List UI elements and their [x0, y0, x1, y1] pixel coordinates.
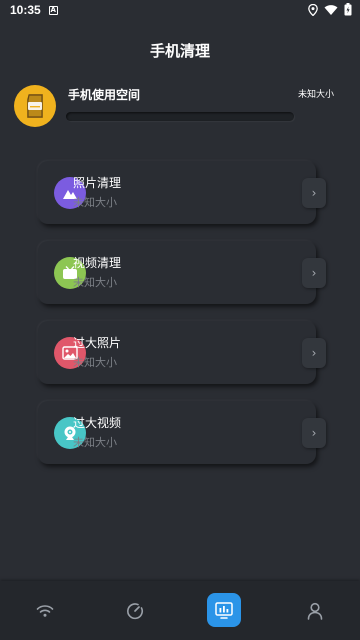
- status-time: 10:35: [10, 3, 41, 17]
- chevron-right-icon[interactable]: ›: [302, 338, 326, 368]
- large-photos-card[interactable]: 过大照片 未知大小 ›: [38, 321, 326, 384]
- nav-profile-button[interactable]: [300, 596, 330, 626]
- card-title: 视频清理: [73, 256, 122, 270]
- page-title: 手机清理: [149, 42, 210, 60]
- storage-progress-bar: [66, 112, 294, 121]
- status-bar: 10:35 A: [0, 0, 360, 20]
- chevron-right-icon[interactable]: ›: [302, 418, 326, 448]
- card-subtitle: 未知大小: [73, 436, 117, 449]
- sd-card-icon: [14, 85, 56, 127]
- card-subtitle: 未知大小: [73, 276, 117, 289]
- location-icon: [308, 3, 318, 16]
- storage-title: 手机使用空间: [68, 88, 141, 102]
- photo-cleanup-card[interactable]: 照片清理 未知大小 ›: [38, 161, 326, 224]
- wifi-status-icon: [324, 4, 338, 15]
- user-icon: [307, 602, 323, 620]
- battery-icon: [344, 3, 352, 16]
- bottom-nav: [0, 581, 360, 640]
- chevron-right-icon[interactable]: ›: [302, 178, 326, 208]
- video-cleanup-card[interactable]: 视频清理 未知大小 ›: [38, 241, 326, 304]
- nav-speed-button[interactable]: [120, 596, 150, 626]
- nav-cleaner-button[interactable]: [207, 593, 241, 627]
- card-subtitle: 未知大小: [73, 356, 117, 369]
- storage-value: 未知大小: [297, 90, 334, 100]
- wifi-icon: [36, 605, 54, 617]
- large-videos-card[interactable]: 过大视频 未知大小 ›: [38, 401, 326, 464]
- speedometer-icon: [127, 603, 143, 620]
- card-subtitle: 未知大小: [73, 196, 117, 209]
- nav-wifi-button[interactable]: [30, 596, 60, 626]
- chevron-right-icon[interactable]: ›: [302, 258, 326, 288]
- status-icons: [308, 3, 352, 16]
- notification-a-icon: A: [48, 5, 58, 15]
- cleaner-icon: [215, 602, 233, 619]
- card-title: 过大视频: [73, 416, 122, 430]
- card-title: 过大照片: [73, 336, 122, 350]
- card-title: 照片清理: [73, 176, 122, 190]
